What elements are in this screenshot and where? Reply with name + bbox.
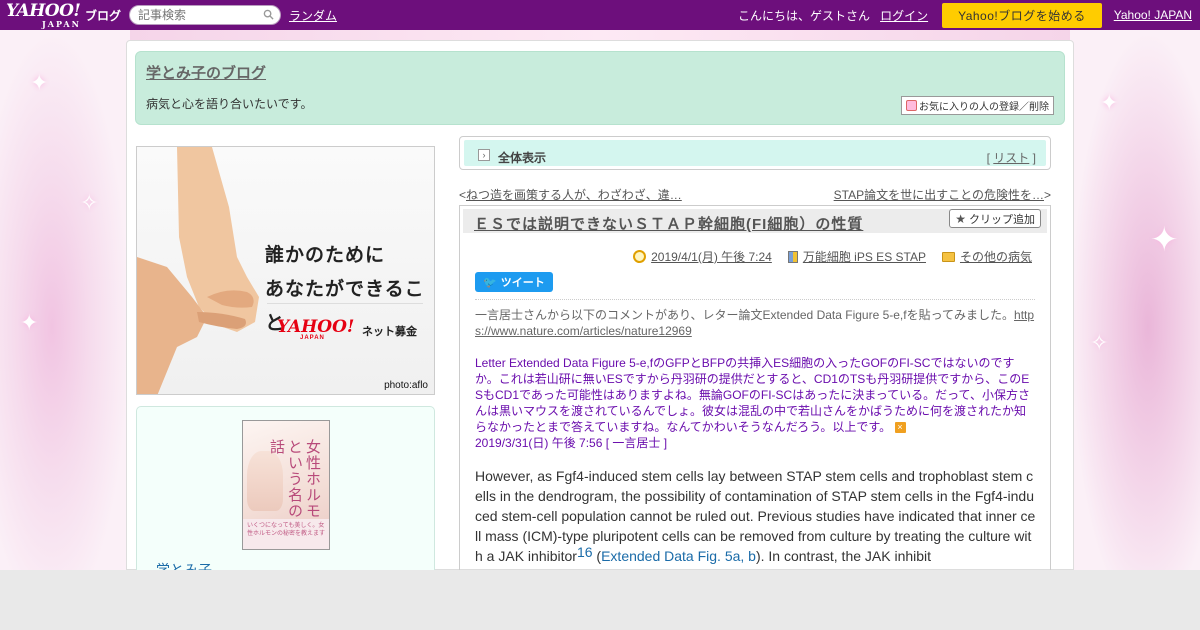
list-view-toggle: [ リスト ] <box>987 149 1036 166</box>
ad-service-name: ネット募金 <box>362 326 417 338</box>
star-icon: ★ <box>955 211 966 226</box>
bottom-gray-area <box>0 570 1200 630</box>
article-category: 万能細胞 iPS ES STAP <box>787 248 926 265</box>
book-band: いくつになっても美しく。女性ホルモンの秘密を教えます <box>243 519 329 549</box>
search-icon[interactable] <box>263 9 274 20</box>
search-box <box>128 5 281 25</box>
paper-quote-open: ( <box>592 548 602 564</box>
extended-data-ref-link[interactable]: Extended Data Fig. 5a, b <box>601 548 756 564</box>
article-divider <box>475 299 1035 300</box>
clock-icon <box>633 250 647 263</box>
article-date-link[interactable]: 2019/4/1(月) 午後 7:24 <box>651 248 772 265</box>
profile-panel: 女性ホルモンという名の神話 いくつになっても美しく。女性ホルモンの秘密を教えます… <box>136 406 435 571</box>
background-left-glow <box>0 30 130 570</box>
prev-article: <ねつ造を画策する人が、わざわざ、違… <box>459 186 682 203</box>
quoted-comment-text: Letter Extended Data Figure 5-e,fのGFPとBF… <box>475 356 1030 434</box>
charity-ad-banner[interactable]: 誰かのために あなたができること YAHOO! JAPAN ネット募金 phot… <box>136 146 435 395</box>
blog-description: 病気と心を語り合いたいです。 <box>146 97 313 111</box>
login-link[interactable]: ログイン <box>880 7 928 24</box>
citation-superscript[interactable]: 16 <box>577 544 593 560</box>
article-intro: 一言居士さんから以下のコメントがあり、レター論文Extended Data Fi… <box>475 307 1035 339</box>
sparkle-decoration: ✦ <box>30 70 49 95</box>
quoted-comment-meta: 2019/3/31(日) 午後 7:56 [ 一言居士 ] <box>475 436 668 450</box>
next-article-link[interactable]: STAP論文を世に出すことの危険性を… <box>834 188 1044 202</box>
book-cover-image[interactable]: 女性ホルモンという名の神話 いくつになっても美しく。女性ホルモンの秘密を教えます <box>242 420 330 550</box>
clip-button-label: クリップ追加 <box>969 213 1035 226</box>
list-bracket-close: ] <box>1032 151 1036 165</box>
blog-container: 学とみ子のブログ 病気と心を語り合いたいです。 お気に入りの人の登録／削除 誰か… <box>126 40 1074 571</box>
book-band-text: いくつになっても美しく。女性ホルモンの秘密を教えます <box>247 523 326 537</box>
paper-quote: However, as Fgf4-induced stem cells lay … <box>475 466 1037 566</box>
yahoo-logo[interactable]: YAHOO! JAPAN <box>6 0 81 29</box>
book-icon <box>787 250 798 263</box>
ad-yahoo-logo: YAHOO! <box>277 317 355 337</box>
tweet-button[interactable]: 🐦 ツイート <box>475 272 553 292</box>
view-mode-bar-inner: › 全体表示 [ リスト ] <box>464 140 1046 166</box>
favorite-button-label: お気に入りの人の登録／削除 <box>919 102 1049 113</box>
article-navigation: <ねつ造を画策する人が、わざわざ、違… STAP論文を世に出すことの危険性を…> <box>459 186 1051 202</box>
background-right-glow <box>1070 30 1200 570</box>
article-meta: 2019/4/1(月) 午後 7:24 万能細胞 iPS ES STAP その他… <box>633 248 1032 265</box>
close-icon[interactable]: × <box>894 422 906 434</box>
list-view-link[interactable]: リスト <box>993 151 1029 165</box>
view-all-label[interactable]: 全体表示 <box>498 149 546 166</box>
sparkle-decoration: ✦ <box>1100 90 1119 115</box>
ad-divider <box>267 303 423 304</box>
prev-article-link[interactable]: ねつ造を画策する人が、わざわざ、違… <box>466 188 682 202</box>
article-intro-text: 一言居士さんから以下のコメントがあり、レター論文Extended Data Fi… <box>475 308 1015 322</box>
favorite-register-button[interactable]: お気に入りの人の登録／削除 <box>901 96 1054 115</box>
article-entry: ＥＳでは説明できないＳＴＡＰ幹細胞(FI細胞）の性質 ★ クリップ追加 2019… <box>459 205 1051 571</box>
article-folder-link[interactable]: その他の病気 <box>960 248 1032 265</box>
blog-service-label[interactable]: ブログ <box>85 7 121 24</box>
hand-illustration <box>137 147 259 394</box>
search-input[interactable] <box>129 6 255 24</box>
global-header: YAHOO! JAPAN ブログ ランダム こんにちは、ゲストさん ログイン Y… <box>0 0 1200 30</box>
quoted-comment: Letter Extended Data Figure 5-e,fのGFPとBF… <box>475 355 1035 451</box>
article-header: ＥＳでは説明できないＳＴＡＰ幹細胞(FI細胞）の性質 ★ クリップ追加 <box>463 209 1047 233</box>
greeting-text: こんにちは、ゲストさん <box>738 8 871 23</box>
random-link[interactable]: ランダム <box>289 7 337 24</box>
heart-icon <box>906 100 917 111</box>
logo-subtext: JAPAN <box>42 18 81 29</box>
sparkle-decoration: ✦ <box>1150 221 1179 259</box>
start-blog-button[interactable]: Yahoo!ブログを始める <box>942 2 1102 28</box>
header-right: こんにちは、ゲストさん ログイン Yahoo!ブログを始める Yahoo! JA… <box>738 0 1192 30</box>
next-arrow: > <box>1043 188 1051 202</box>
sparkle-decoration: ✦ <box>20 310 39 335</box>
yahoo-japan-link[interactable]: Yahoo! JAPAN <box>1114 8 1192 22</box>
sparkle-decoration: ✧ <box>1090 330 1109 355</box>
article-date: 2019/4/1(月) 午後 7:24 <box>633 248 772 265</box>
twitter-bird-icon: 🐦 <box>483 276 497 289</box>
tweet-button-label: ツイート <box>500 277 545 289</box>
ad-line-1: 誰かのために <box>265 245 386 266</box>
prev-arrow: < <box>459 188 467 202</box>
blog-header: 学とみ子のブログ 病気と心を語り合いたいです。 お気に入りの人の登録／削除 <box>135 51 1065 125</box>
article-category-link[interactable]: 万能細胞 iPS ES STAP <box>803 248 926 265</box>
list-bracket-open: [ <box>986 151 990 165</box>
folder-icon <box>941 251 955 262</box>
article-folder: その他の病気 <box>941 248 1032 265</box>
blog-title[interactable]: 学とみ子のブログ <box>146 62 266 83</box>
view-mode-bar: › 全体表示 [ リスト ] <box>459 136 1051 170</box>
logo-wordmark: YAHOO! <box>6 0 81 21</box>
ad-yahoo-logo-sub: JAPAN <box>300 335 325 341</box>
article-title[interactable]: ＥＳでは説明できないＳＴＡＰ幹細胞(FI細胞）の性質 <box>474 213 863 234</box>
sparkle-decoration: ✧ <box>80 190 99 215</box>
chevron-right-icon: › <box>478 149 490 161</box>
clip-add-button[interactable]: ★ クリップ追加 <box>949 209 1041 228</box>
next-article: STAP論文を世に出すことの危険性を…> <box>834 186 1051 203</box>
ad-photo-credit: photo:aflo <box>384 380 428 391</box>
paper-quote-part-2: ). In contrast, the JAK inhibit <box>755 548 932 564</box>
